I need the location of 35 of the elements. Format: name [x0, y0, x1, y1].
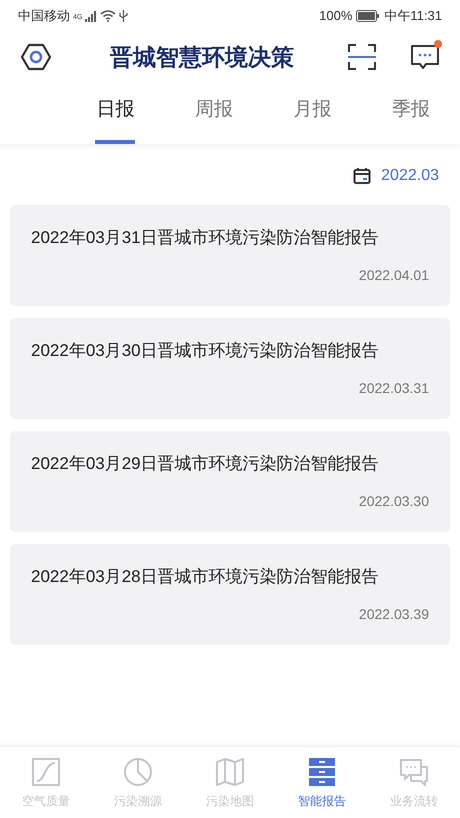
nav-tab[interactable]: 智能报告 — [276, 747, 368, 818]
report-date: 2022.03.30 — [358, 492, 429, 510]
report-title: 2022年03月30日晋城市环境污染防治智能报告 — [31, 340, 380, 362]
report-date: 2022.03.31 — [358, 378, 429, 398]
hexagon-icon[interactable] — [20, 43, 52, 71]
chart-curve-icon — [31, 757, 61, 787]
carrier-name: 中国移动 — [18, 7, 70, 26]
usb-icon — [119, 10, 128, 22]
battery-percent: 100% — [319, 7, 352, 26]
report-card[interactable]: 2022年03月28日晋城市环境污染防治智能报告 2022.03.39 — [10, 544, 450, 645]
message-icon[interactable] — [410, 43, 440, 71]
drawers-icon — [307, 757, 337, 787]
report-card[interactable]: 2022年03月31日晋城市环境污染防治智能报告 2022.04.01 — [10, 205, 450, 306]
report-tab[interactable]: 日报 — [66, 90, 164, 144]
date-filter[interactable]: 2022.03 — [381, 164, 439, 188]
report-tab[interactable]: 月报 — [263, 90, 362, 144]
scan-icon[interactable] — [348, 44, 376, 70]
report-date: 2022.04.01 — [358, 266, 429, 284]
report-title: 2022年03月29日晋城市环境污染防治智能报告 — [31, 453, 380, 475]
report-tab[interactable]: 周报 — [164, 90, 263, 144]
signal-icon — [85, 10, 98, 22]
map-icon — [215, 757, 245, 787]
clock-time: 中午11:31 — [384, 7, 442, 26]
report-tab[interactable]: 季报 — [362, 90, 460, 144]
app-title: 晋城智慧环境决策 — [110, 42, 294, 72]
report-card[interactable]: 2022年03月29日晋城市环境污染防治智能报告 2022.03.30 — [10, 431, 450, 532]
wifi-icon — [100, 10, 116, 22]
report-title: 2022年03月28日晋城市环境污染防治智能报告 — [31, 566, 380, 588]
report-date: 2022.03.39 — [358, 604, 429, 624]
battery-icon — [356, 10, 380, 22]
report-title: 2022年03月31日晋城市环境污染防治智能报告 — [31, 227, 380, 249]
calendar-icon[interactable] — [353, 167, 372, 185]
pie-chart-icon — [123, 757, 153, 787]
report-card[interactable]: 2022年03月30日晋城市环境污染防治智能报告 2022.03.31 — [10, 318, 450, 419]
chat-icon — [399, 757, 429, 787]
